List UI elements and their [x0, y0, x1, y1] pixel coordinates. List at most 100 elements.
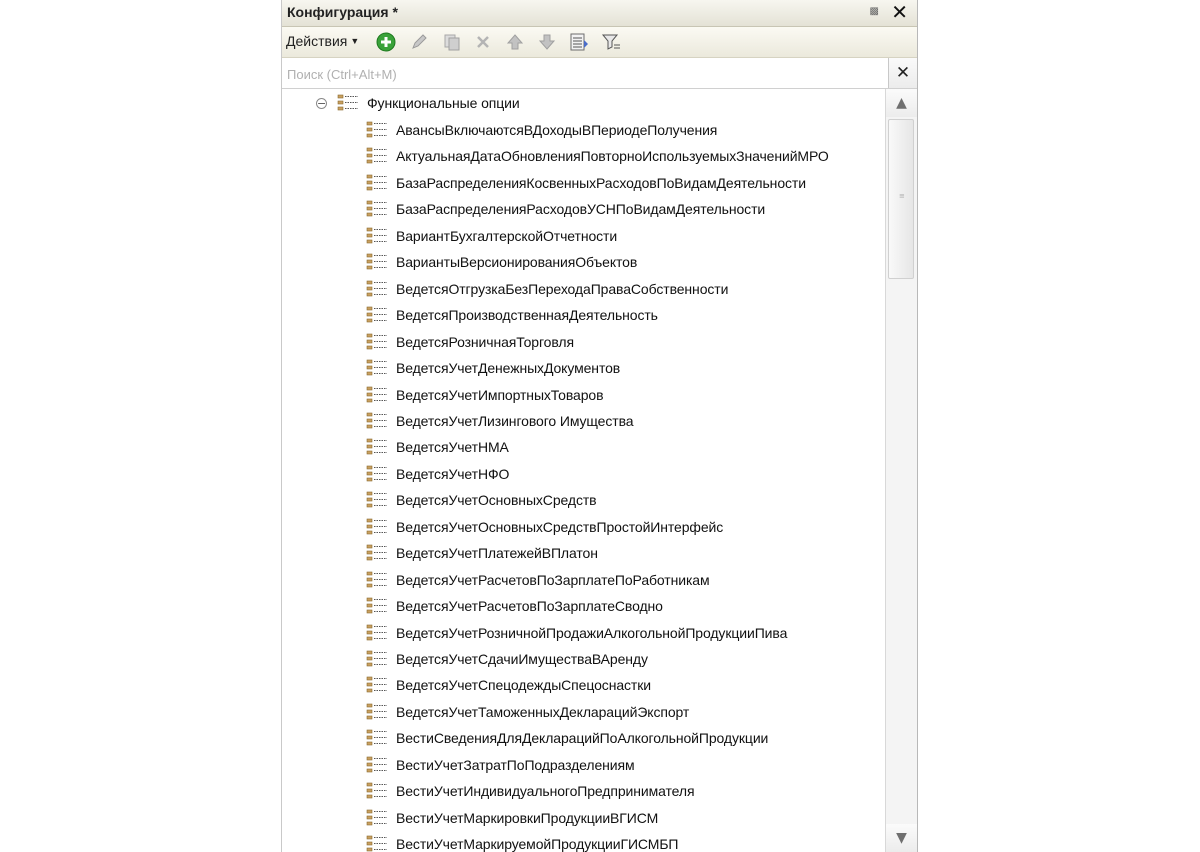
tree-item-label: ВедетсяУчетЛизингового Имущества [396, 412, 634, 429]
functional-option-icon [366, 333, 387, 349]
tree-root-label: Функциональные опции [367, 95, 520, 111]
functional-option-icon [366, 201, 387, 217]
tree-item[interactable]: ВедетсяУчетСпецодеждыСпецоснастки [366, 672, 651, 698]
tree-item[interactable]: ВедетсяУчетРасчетовПоЗарплатеПоРаботника… [366, 567, 710, 593]
functional-option-icon [366, 386, 387, 402]
functional-option-icon [366, 412, 387, 429]
functional-option-icon [366, 782, 387, 799]
add-icon[interactable] [375, 31, 397, 53]
metadata-tree: − Функциональные опции АвансыВключаютсяВ… [282, 89, 886, 852]
scroll-up-icon[interactable]: ▲ [886, 89, 917, 117]
tree-item-label: БазаРаспределенияКосвенныхРасходовПоВида… [396, 174, 806, 191]
edit-icon[interactable] [408, 31, 430, 53]
tree-item-label: ВестиУчетМаркируемойПродукцииГИСМБП [396, 836, 679, 852]
functional-option-icon [366, 306, 387, 323]
functional-option-icon [366, 148, 387, 164]
tree-item[interactable]: БазаРаспределенияКосвенныхРасходовПоВида… [366, 170, 806, 196]
functional-option-icon [366, 359, 387, 376]
tree-item-label: ВестиСведенияДляДекларацийПоАлкогольнойП… [396, 730, 769, 747]
move-down-icon[interactable] [536, 31, 558, 53]
scroll-thumb[interactable]: ≡ [888, 119, 914, 279]
tree-item-label: ВариантыВерсионированияОбъектов [396, 254, 638, 271]
close-icon[interactable]: ✕ [891, 0, 908, 24]
tree-item[interactable]: ВедетсяУчетДенежныхДокументов [366, 355, 620, 381]
functional-option-icon [366, 677, 387, 693]
tree-item-label: ВестиУчетЗатратПоПодразделениям [396, 756, 635, 773]
tree-item-label: ВестиУчетИндивидуальногоПредпринимателя [396, 783, 695, 800]
tree-item[interactable]: ВедетсяУчетЛизингового Имущества [366, 408, 634, 434]
tree-item[interactable]: ВедетсяУчетСдачиИмуществаВАренду [366, 646, 648, 672]
tree-item[interactable]: ВариантБухгалтерскойОтчетности [366, 223, 617, 249]
actions-label: Действия [286, 33, 348, 49]
tree-item[interactable]: ВедетсяУчетОсновныхСредствПростойИнтерфе… [366, 514, 723, 540]
tree-item-label: ВедетсяУчетРозничнойПродажиАлкогольнойПр… [396, 624, 788, 641]
search-bar: ✕ [282, 58, 917, 89]
functional-option-icon [366, 544, 387, 561]
scroll-down-icon[interactable]: ▼ [886, 824, 917, 852]
tree-item-label: БазаРаспределенияРасходовУСНПоВидамДеяте… [396, 201, 766, 218]
tree-root-node[interactable]: − Функциональные опции [316, 90, 520, 116]
tree-item[interactable]: АктуальнаяДатаОбновленияПовторноИспользу… [366, 143, 829, 169]
tree-item[interactable]: ВестиУчетМаркировкиПродукцииВГИСМ [366, 805, 658, 831]
functional-option-icon [366, 835, 387, 852]
tree-item[interactable]: ВедетсяУчетНМА [366, 434, 509, 460]
tree-item-label: ВедетсяУчетРасчетовПоЗарплатеПоРаботника… [396, 571, 710, 588]
tree-item-label: ВариантБухгалтерскойОтчетности [396, 227, 618, 244]
actions-menu[interactable]: Действия ▼ [286, 33, 359, 49]
list-icon[interactable] [568, 31, 590, 53]
delete-icon[interactable] [472, 31, 494, 53]
clear-search-icon[interactable]: ✕ [888, 58, 917, 88]
tree-item[interactable]: ВестиУчетИндивидуальногоПредпринимателя [366, 778, 695, 804]
tree-item-label: ВедетсяУчетСдачиИмуществаВАренду [396, 651, 648, 667]
tree-item-label: ВедетсяУчетСпецодеждыСпецоснастки [396, 677, 651, 694]
toolbar: Действия ▼ [282, 27, 917, 58]
tree-item-label: ВедетсяУчетИмпортныхТоваров [396, 386, 604, 403]
filter-icon[interactable] [600, 31, 622, 53]
tree-item-label: АктуальнаяДатаОбновленияПовторноИспользу… [396, 148, 829, 165]
tree-item[interactable]: ВедетсяУчетТаможенныхДекларацийЭкспорт [366, 699, 689, 725]
functional-option-icon [366, 439, 387, 455]
tree-item[interactable]: ВедетсяУчетОсновныхСредств [366, 487, 597, 513]
functional-option-icon [366, 491, 387, 508]
tree-item-label: ВедетсяУчетНФО [396, 465, 510, 482]
functional-option-icon [366, 624, 387, 640]
search-input[interactable] [285, 61, 889, 87]
tree-item[interactable]: ВедетсяУчетНФО [366, 461, 509, 487]
move-up-icon[interactable] [504, 31, 526, 53]
tree-item-label: ВедетсяУчетОсновныхСредствПростойИнтерфе… [396, 518, 724, 535]
tree-item[interactable]: ВедетсяОтгрузкаБезПереходаПраваСобственн… [366, 276, 728, 302]
functional-option-icon [366, 280, 387, 296]
copy-icon[interactable] [441, 31, 463, 53]
tree-item-label: ВедетсяПроизводственнаяДеятельность [396, 307, 658, 324]
collapse-icon[interactable]: − [316, 97, 327, 109]
tree-item[interactable]: ВестиУчетМаркируемойПродукцииГИСМБП [366, 831, 679, 852]
tree-item[interactable]: ВедетсяУчетРасчетовПоЗарплатеСводно [366, 593, 663, 619]
tree-item-label: АвансыВключаютсяВДоходыВПериодеПолучения [396, 122, 718, 138]
functional-option-icon [366, 227, 387, 244]
functional-option-icon [366, 730, 387, 746]
functional-options-icon [337, 94, 358, 111]
tree-item[interactable]: ВестиУчетЗатратПоПодразделениям [366, 752, 635, 778]
functional-option-icon [366, 465, 387, 482]
grip-icon: ≡ [899, 192, 905, 200]
tree-item[interactable]: ВедетсяУчетИмпортныхТоваров [366, 382, 604, 408]
tree-item[interactable]: ВариантыВерсионированияОбъектов [366, 249, 637, 275]
tree-item[interactable]: ВедетсяУчетРозничнойПродажиАлкогольнойПр… [366, 620, 787, 646]
tree-item[interactable]: ВедетсяУчетПлатежейВПлатон [366, 540, 598, 566]
functional-option-icon [366, 253, 387, 270]
functional-option-icon [366, 650, 387, 667]
tree-item[interactable]: ВестиСведенияДляДекларацийПоАлкогольнойП… [366, 725, 768, 751]
dropdown-arrow-icon: ▼ [350, 36, 360, 46]
tree-item[interactable]: ВедетсяПроизводственнаяДеятельность [366, 302, 658, 328]
tree-item[interactable]: БазаРаспределенияРасходовУСНПоВидамДеяте… [366, 196, 765, 222]
vertical-scrollbar[interactable]: ▲ ≡ ▼ [885, 89, 917, 852]
tree-item-label: ВедетсяУчетРасчетовПоЗарплатеСводно [396, 598, 663, 615]
tree-item[interactable]: ВедетсяРозничнаяТорговля [366, 329, 574, 355]
tree-item-label: ВедетсяУчетДенежныхДокументов [396, 360, 621, 377]
tree-item-label: ВедетсяУчетОсновныхСредств [396, 492, 597, 509]
functional-option-icon [366, 571, 387, 587]
tree-item-label: ВедетсяУчетНМА [396, 439, 509, 456]
tree-item-label: ВестиУчетМаркировкиПродукцииВГИСМ [396, 809, 659, 826]
tree-item[interactable]: АвансыВключаютсяВДоходыВПериодеПолучения [366, 117, 717, 143]
pin-icon[interactable]: ▩ [870, 6, 879, 17]
